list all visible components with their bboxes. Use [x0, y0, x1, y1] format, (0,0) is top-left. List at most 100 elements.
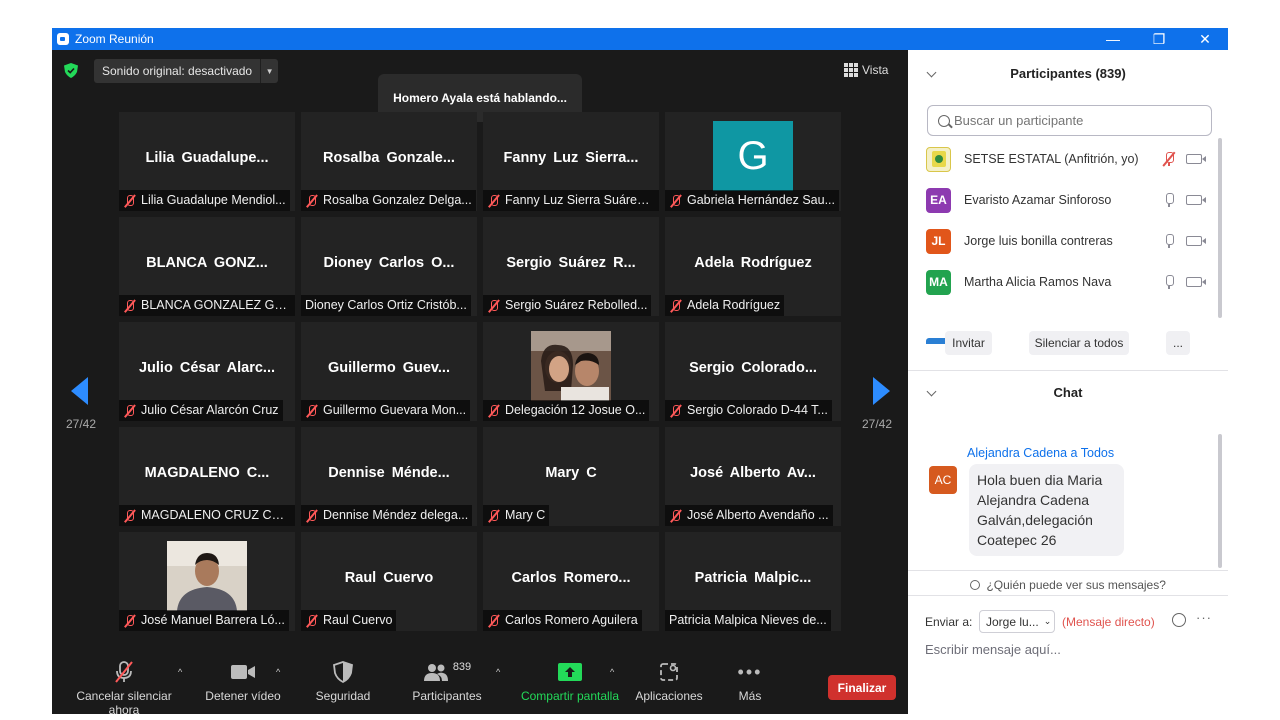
video-tile[interactable]: Dennise Ménde... Dennise Méndez delega...: [301, 427, 477, 526]
participant-name-label: Mary C: [505, 508, 546, 522]
video-camera-icon[interactable]: [1186, 277, 1206, 287]
participant-name-caption: José Manuel Barrera Ló...: [119, 610, 289, 631]
participant-search-input[interactable]: [954, 113, 1194, 128]
previous-page-arrow-icon[interactable]: [71, 377, 88, 405]
close-icon[interactable]: ✕: [1182, 28, 1228, 50]
chat-more-icon[interactable]: ···: [1196, 610, 1212, 625]
video-tile[interactable]: Rosalba Gonzale... Rosalba Gonzalez Delga…: [301, 112, 477, 211]
participant-display-name: Fanny Luz Sierra...: [503, 150, 639, 166]
more-button[interactable]: ••• Más: [728, 660, 772, 704]
video-tile[interactable]: Julio César Alarc... Julio César Alarcón …: [119, 322, 295, 421]
apps-label: Aplicaciones: [635, 689, 703, 703]
muted-mic-icon: [487, 509, 501, 523]
mic-icon[interactable]: [1164, 275, 1174, 289]
video-tile[interactable]: Patricia Malpic... Patricia Malpica Nieve…: [665, 532, 841, 631]
more-label: Más: [738, 689, 762, 703]
video-tile[interactable]: BLANCA GONZ... BLANCA GONZALEZ GA...: [119, 217, 295, 316]
send-to-select[interactable]: Jorge lu... ⌄: [979, 610, 1055, 633]
video-tile[interactable]: Raul Cuervo Raul Cuervo: [301, 532, 477, 631]
encryption-shield-icon[interactable]: [64, 63, 78, 78]
participant-name: Martha Alicia Ramos Nava: [964, 275, 1112, 289]
muted-mic-icon: [305, 614, 319, 628]
chevron-up-icon[interactable]: ^: [276, 667, 280, 677]
mic-icon[interactable]: [1164, 234, 1174, 248]
video-camera-icon[interactable]: [1186, 195, 1206, 205]
view-button[interactable]: Vista: [844, 63, 888, 77]
chat-sender[interactable]: Alejandra Cadena a Todos: [967, 446, 1114, 460]
participant-name-label: José Manuel Barrera Ló...: [141, 613, 285, 627]
end-meeting-button[interactable]: Finalizar: [828, 675, 896, 700]
participant-display-name: MAGDALENO C...: [144, 465, 270, 481]
next-page-arrow-icon[interactable]: [873, 377, 890, 405]
video-tile[interactable]: Lilia Guadalupe... Lilia Guadalupe Mendio…: [119, 112, 295, 211]
mic-icon[interactable]: [1164, 193, 1174, 207]
chat-message-input[interactable]: [925, 642, 1215, 657]
mute-all-button[interactable]: Silenciar a todos: [1029, 331, 1129, 355]
participant-name-caption: Lilia Guadalupe Mendiol...: [119, 190, 290, 211]
who-can-see-messages[interactable]: ¿Quién puede ver sus mensajes?: [908, 578, 1228, 592]
participant-row[interactable]: SETSE ESTATAL (Anfitrión, yo): [926, 145, 1206, 173]
video-tile[interactable]: G Gabriela Hernández Sau...: [665, 112, 841, 211]
participant-name-caption: Fanny Luz Sierra Suárez ...: [483, 190, 659, 211]
video-tile[interactable]: MAGDALENO C... MAGDALENO CRUZ CAS...: [119, 427, 295, 526]
participant-row[interactable]: EA Evaristo Azamar Sinforoso: [926, 186, 1206, 214]
video-tile[interactable]: Sergio Colorado... Sergio Colorado D-44 T…: [665, 322, 841, 421]
page-indicator-left: 27/42: [66, 417, 97, 431]
stop-video-button[interactable]: Detener vídeo: [202, 660, 284, 703]
muted-mic-icon: [487, 614, 501, 628]
chevron-up-icon[interactable]: ^: [178, 667, 182, 677]
participant-video-photo: [167, 541, 247, 611]
video-tile[interactable]: Adela Rodríguez Adela Rodríguez: [665, 217, 841, 316]
video-tile[interactable]: Carlos Romero... Carlos Romero Aguilera: [483, 532, 659, 631]
restore-icon[interactable]: ❐: [1136, 28, 1182, 50]
muted-mic-icon: [305, 404, 319, 418]
original-sound-button[interactable]: Sonido original: desactivado ▼: [94, 59, 279, 83]
participant-search[interactable]: [927, 105, 1212, 136]
video-tile[interactable]: Guillermo Guev... Guillermo Guevara Mon..…: [301, 322, 477, 421]
participant-name: SETSE ESTATAL (Anfitrión, yo): [964, 152, 1139, 166]
participant-name-caption: MAGDALENO CRUZ CAS...: [119, 505, 295, 526]
participant-video-photo: [531, 331, 611, 401]
video-tile[interactable]: José Manuel Barrera Ló...: [119, 532, 295, 631]
video-tile[interactable]: Fanny Luz Sierra... Fanny Luz Sierra Suár…: [483, 112, 659, 211]
participant-name-caption: Gabriela Hernández Sau...: [665, 190, 840, 211]
chevron-up-icon[interactable]: ^: [496, 667, 500, 677]
video-tile[interactable]: Mary C Mary C: [483, 427, 659, 526]
muted-mic-icon: [115, 661, 133, 683]
participants-more-button[interactable]: ...: [1166, 331, 1190, 355]
participant-name-caption: Sergio Colorado D-44 T...: [665, 400, 832, 421]
participant-name-caption: Dennise Méndez delega...: [301, 505, 473, 526]
participant-avatar: MA: [926, 269, 951, 295]
video-camera-icon[interactable]: [1186, 236, 1206, 246]
meeting-area: Sonido original: desactivado ▼ Homero Ay…: [52, 50, 908, 717]
participant-display-name: Rosalba Gonzale...: [323, 150, 455, 166]
security-button[interactable]: Seguridad: [310, 660, 376, 703]
participant-display-name: Julio César Alarc...: [138, 360, 276, 376]
chevron-down-icon[interactable]: ▼: [260, 59, 278, 83]
apps-button[interactable]: Aplicaciones: [632, 660, 706, 703]
participant-display-name: Raul Cuervo: [344, 570, 434, 586]
participant-name-label: Guillermo Guevara Mon...: [323, 403, 467, 417]
participant-display-name: José Alberto Av...: [690, 465, 816, 481]
participant-name-caption: Mary C: [483, 505, 550, 526]
video-tile[interactable]: José Alberto Av... José Alberto Avendaño …: [665, 427, 841, 526]
invite-button[interactable]: Invitar: [945, 331, 992, 355]
chat-scrollbar[interactable]: [1218, 434, 1222, 568]
share-screen-button[interactable]: Compartir pantalla: [518, 660, 622, 703]
minimize-icon[interactable]: —: [1090, 28, 1136, 50]
video-tile[interactable]: Sergio Suárez R... Sergio Suárez Rebolled…: [483, 217, 659, 316]
video-camera-icon[interactable]: [1186, 154, 1206, 164]
video-tile[interactable]: Dioney Carlos O... Dioney Carlos Ortiz Cr…: [301, 217, 477, 316]
participant-row[interactable]: JL Jorge luis bonilla contreras: [926, 227, 1206, 255]
video-tile[interactable]: Delegación 12 Josue O...: [483, 322, 659, 421]
participants-scrollbar[interactable]: [1218, 138, 1222, 318]
participant-row[interactable]: MA Martha Alicia Ramos Nava: [926, 268, 1206, 296]
muted-mic-icon: [487, 299, 501, 313]
chevron-up-icon[interactable]: ^: [610, 667, 614, 677]
emoji-icon[interactable]: [1172, 613, 1186, 627]
chat-divider: [908, 570, 1228, 571]
unmute-button[interactable]: Cancelar silenciar ahora: [60, 660, 188, 717]
participant-name-label: Adela Rodríguez: [687, 298, 781, 312]
muted-mic-icon[interactable]: [1162, 151, 1176, 167]
participants-button[interactable]: 839 Participantes: [406, 660, 488, 703]
